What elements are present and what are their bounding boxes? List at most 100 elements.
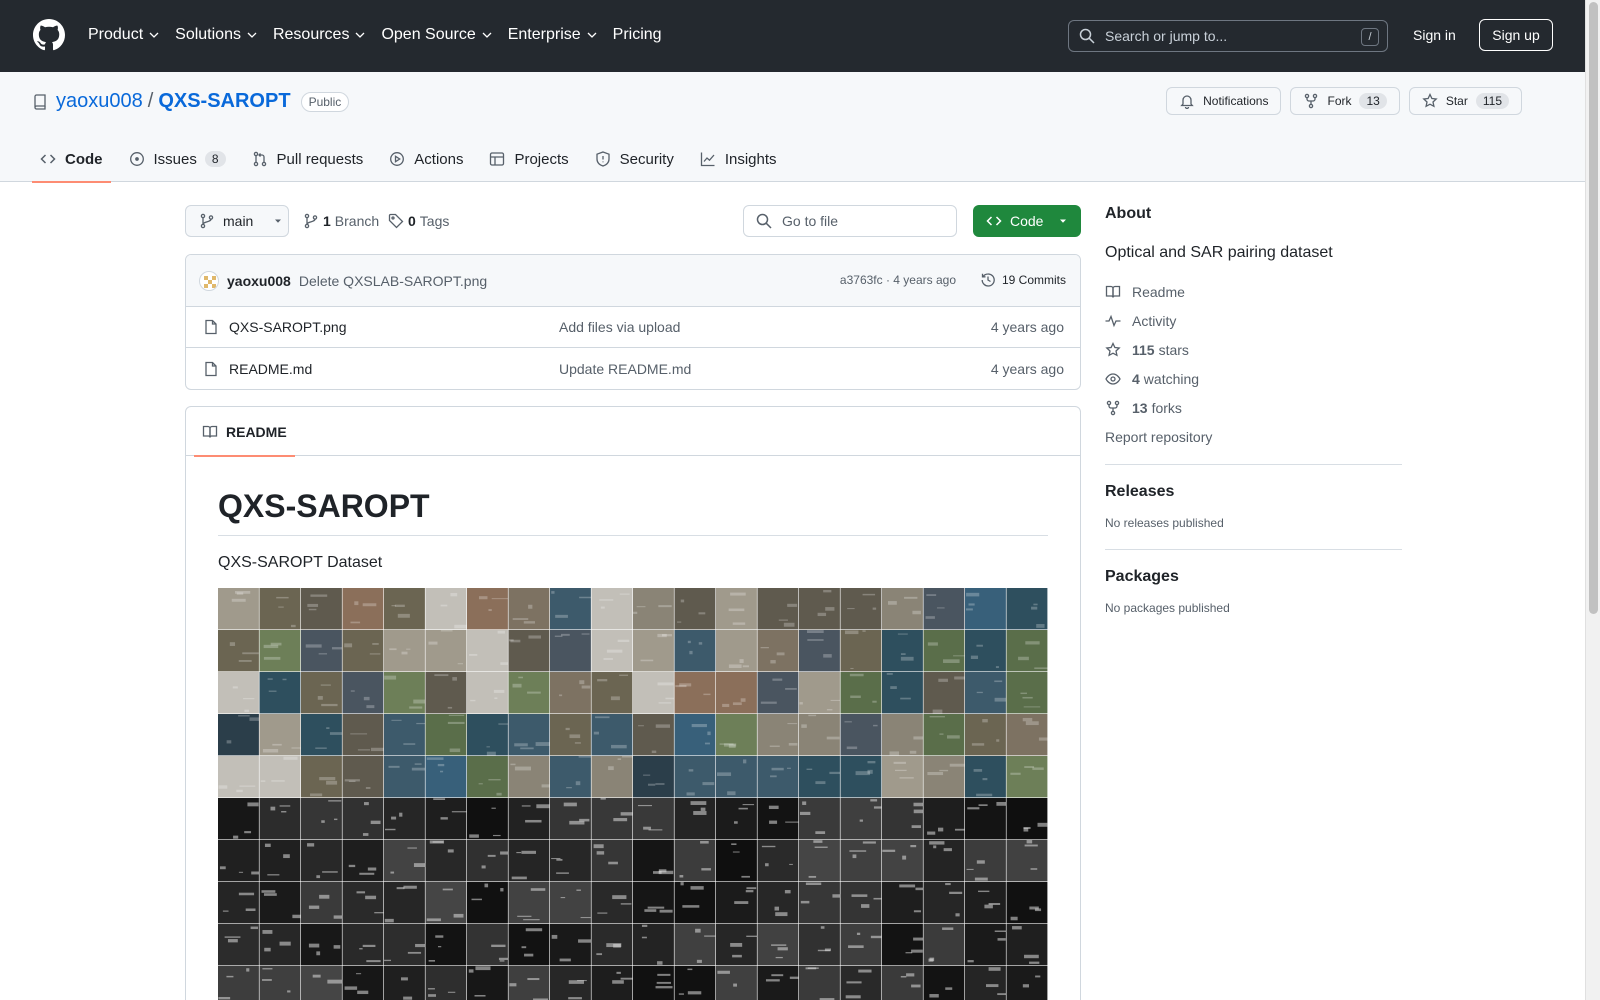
code-dropdown-button[interactable]: Code (973, 205, 1081, 237)
tab-projects[interactable]: Projects (481, 136, 576, 182)
mosaic-tile (799, 966, 840, 1000)
search-placeholder: Search or jump to... (1105, 28, 1228, 44)
mosaic-texture (478, 783, 483, 785)
mosaic-texture (319, 894, 330, 899)
tab-insights[interactable]: Insights (692, 136, 785, 182)
mosaic-texture (873, 724, 878, 727)
repo-name-link[interactable]: QXS-SAROPT (158, 90, 290, 113)
nav-resources[interactable]: Resources (273, 22, 365, 48)
repo-owner-link[interactable]: yaoxu008 (56, 90, 143, 113)
file-commit-message[interactable]: Update README.md (559, 361, 691, 377)
nav-enterprise[interactable]: Enterprise (508, 22, 597, 48)
fork-button[interactable]: Fork 13 (1290, 87, 1400, 115)
mosaic-texture (994, 680, 1003, 683)
report-repository-link[interactable]: Report repository (1105, 429, 1402, 445)
commit-author[interactable]: yaoxu008 (227, 273, 291, 289)
mosaic-texture (449, 748, 461, 753)
commits-history-link[interactable]: 19 Commits (980, 272, 1066, 288)
mosaic-texture (799, 702, 803, 705)
mosaic-texture (491, 944, 506, 948)
mosaic-texture (516, 851, 522, 854)
mosaic-texture (442, 888, 453, 891)
tab-pull-requests[interactable]: Pull requests (244, 136, 372, 182)
mosaic-texture (451, 811, 468, 813)
repo-icon (34, 93, 46, 110)
tab-security[interactable]: Security (587, 136, 682, 182)
nav-solutions[interactable]: Solutions (175, 22, 257, 48)
mosaic-texture (326, 727, 330, 730)
branch-selector[interactable]: main (185, 205, 289, 237)
mosaic-tile (384, 588, 425, 630)
scrollbar-thumb[interactable] (1589, 2, 1598, 614)
mosaic-texture (784, 890, 791, 894)
github-logo-icon[interactable] (33, 19, 65, 51)
mosaic-texture (499, 960, 505, 962)
mosaic-texture (900, 975, 907, 978)
mosaic-texture (514, 766, 531, 771)
about-section: About Optical and SAR pairing dataset Re… (1105, 205, 1402, 445)
releases-title[interactable]: Releases (1105, 483, 1402, 501)
mosaic-texture (312, 974, 321, 978)
pulse-icon (1105, 314, 1121, 328)
stars-link[interactable]: 115 stars (1105, 342, 1402, 358)
mosaic-texture (775, 956, 783, 959)
mosaic-texture (271, 780, 285, 782)
vertical-scrollbar[interactable] (1585, 0, 1600, 1000)
commit-meta[interactable]: a3763fc · 4 years ago (840, 273, 956, 287)
table-icon (490, 152, 505, 166)
commit-message[interactable]: Delete QXSLAB-SAROPT.png (299, 273, 487, 289)
forks-link[interactable]: 13 forks (1105, 400, 1402, 416)
nav-open-source[interactable]: Open Source (381, 22, 492, 48)
mosaic-texture (565, 727, 570, 731)
file-commit-message[interactable]: Add files via upload (559, 319, 680, 335)
nav-product[interactable]: Product (88, 22, 159, 48)
mosaic-tile (923, 882, 965, 924)
mosaic-texture (698, 612, 706, 615)
mosaic-tile (425, 588, 467, 630)
mosaic-texture (682, 905, 700, 908)
mosaic-texture (844, 721, 852, 723)
sign-in-link[interactable]: Sign in (1413, 27, 1456, 43)
mosaic-texture (249, 717, 262, 721)
avatar[interactable] (199, 270, 219, 291)
mosaic-tile (923, 630, 965, 672)
mosaic-texture (696, 959, 702, 963)
tab-actions[interactable]: Actions (381, 136, 471, 182)
mosaic-texture (996, 739, 1000, 742)
mosaic-texture (262, 930, 273, 934)
mosaic-texture (996, 801, 1007, 806)
mosaic-tile (384, 966, 425, 1000)
mosaic-texture (911, 984, 921, 988)
mosaic-texture (399, 812, 403, 817)
file-name[interactable]: QXS-SAROPT.png (229, 319, 347, 335)
mosaic-texture (344, 986, 358, 990)
mosaic-texture (308, 608, 317, 611)
star-button[interactable]: Star 115 (1408, 87, 1522, 115)
mosaic-texture (873, 806, 883, 809)
mosaic-texture (679, 875, 684, 878)
activity-link[interactable]: Activity (1105, 313, 1402, 329)
mosaic-texture (600, 798, 606, 800)
readme-link[interactable]: Readme (1105, 284, 1402, 300)
mosaic-texture (776, 652, 785, 656)
notifications-button[interactable]: Notifications (1166, 87, 1282, 115)
branches-link[interactable]: 1 Branch (303, 213, 379, 229)
packages-title[interactable]: Packages (1105, 568, 1402, 586)
mosaic-texture (291, 747, 301, 749)
tab-issues[interactable]: Issues 8 (121, 136, 234, 182)
tab-code[interactable]: Code (32, 136, 111, 183)
nav-pricing[interactable]: Pricing (613, 22, 662, 48)
watchers-link[interactable]: 4 watching (1105, 371, 1402, 387)
repository-title: yaoxu008 / QXS-SAROPT Public (32, 90, 350, 113)
mosaic-tile (508, 756, 550, 798)
mosaic-texture (904, 596, 918, 599)
global-search-input[interactable]: Search or jump to... / (1068, 20, 1388, 52)
mosaic-texture (310, 594, 328, 597)
mosaic-texture (236, 789, 243, 793)
go-to-file-input[interactable]: Go to file (743, 205, 957, 237)
file-name[interactable]: README.md (229, 361, 312, 377)
mosaic-texture (328, 800, 342, 802)
tab-readme[interactable]: README (194, 407, 295, 457)
tags-link[interactable]: 0 Tags (388, 213, 449, 229)
sign-up-button[interactable]: Sign up (1479, 19, 1553, 51)
